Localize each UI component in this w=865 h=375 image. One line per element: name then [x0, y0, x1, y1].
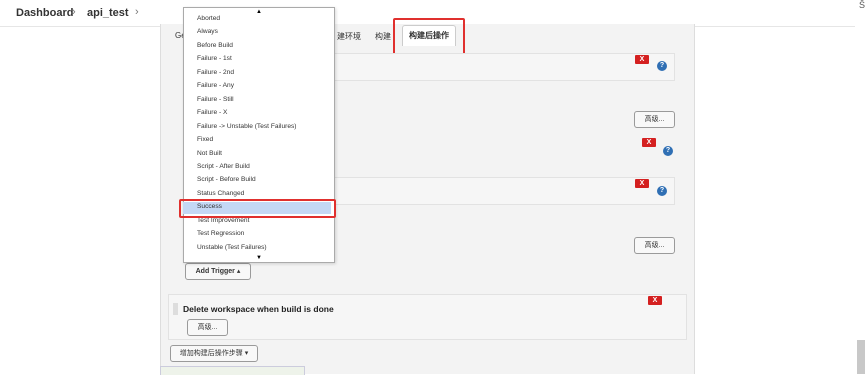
- dropdown-item[interactable]: Failure - Any: [197, 82, 234, 89]
- dropdown-item[interactable]: Not Built: [197, 150, 222, 157]
- tab-build-env[interactable]: 建环境: [337, 31, 361, 42]
- advanced-button[interactable]: 高级...: [634, 111, 675, 128]
- advanced-button[interactable]: 高级...: [187, 319, 228, 336]
- dropdown-item[interactable]: Test Regression: [197, 230, 244, 237]
- breadcrumb-separator: ›: [135, 6, 139, 18]
- delete-button[interactable]: X: [635, 55, 649, 64]
- tab-build[interactable]: 构建: [375, 31, 391, 42]
- delete-button[interactable]: X: [642, 138, 656, 147]
- drag-handle[interactable]: [173, 303, 178, 315]
- delete-button[interactable]: X: [648, 296, 662, 305]
- dropdown-item[interactable]: Failure - 1st: [197, 55, 232, 62]
- dropdown-item[interactable]: Before Build: [197, 42, 233, 49]
- advanced-button[interactable]: 高级...: [634, 237, 675, 254]
- corner-glyph: Ŝ: [858, 0, 865, 10]
- help-icon[interactable]: ?: [657, 186, 667, 196]
- add-post-build-step-button[interactable]: 增加构建后操作步骤 ▾: [170, 345, 258, 362]
- dropdown-item[interactable]: Script - Before Build: [197, 176, 256, 183]
- delete-workspace-panel: [168, 294, 687, 340]
- dropdown-item[interactable]: Failure - X: [197, 109, 227, 116]
- breadcrumb-separator: ›: [72, 6, 76, 18]
- dropdown-item[interactable]: Unstable (Test Failures): [197, 244, 267, 251]
- dropdown-item[interactable]: Always: [197, 28, 218, 35]
- trigger-panel-2: [334, 177, 675, 205]
- dropdown-item[interactable]: Status Changed: [197, 190, 244, 197]
- dropdown-item[interactable]: Failure -> Unstable (Test Failures): [197, 123, 297, 130]
- breadcrumb-api-test[interactable]: api_test: [87, 7, 129, 19]
- help-icon[interactable]: ?: [657, 61, 667, 71]
- scrollbar[interactable]: [857, 340, 865, 374]
- breadcrumb-dashboard[interactable]: Dashboard: [16, 7, 73, 19]
- workspace-section-title: Delete workspace when build is done: [183, 304, 334, 314]
- help-icon[interactable]: ?: [663, 146, 673, 156]
- highlight-box-success: [179, 199, 336, 218]
- trigger-panel-1: [334, 53, 675, 81]
- dropdown-item[interactable]: Aborted: [197, 15, 220, 22]
- dropdown-item[interactable]: Fixed: [197, 136, 213, 143]
- delete-button[interactable]: X: [635, 179, 649, 188]
- dropdown-item[interactable]: Script - After Build: [197, 163, 250, 170]
- dropdown-item[interactable]: Failure - 2nd: [197, 69, 234, 76]
- add-trigger-button[interactable]: Add Trigger ▴: [185, 263, 251, 280]
- scroll-down-icon[interactable]: ▼: [184, 255, 334, 262]
- dropdown-item[interactable]: Failure - Still: [197, 96, 234, 103]
